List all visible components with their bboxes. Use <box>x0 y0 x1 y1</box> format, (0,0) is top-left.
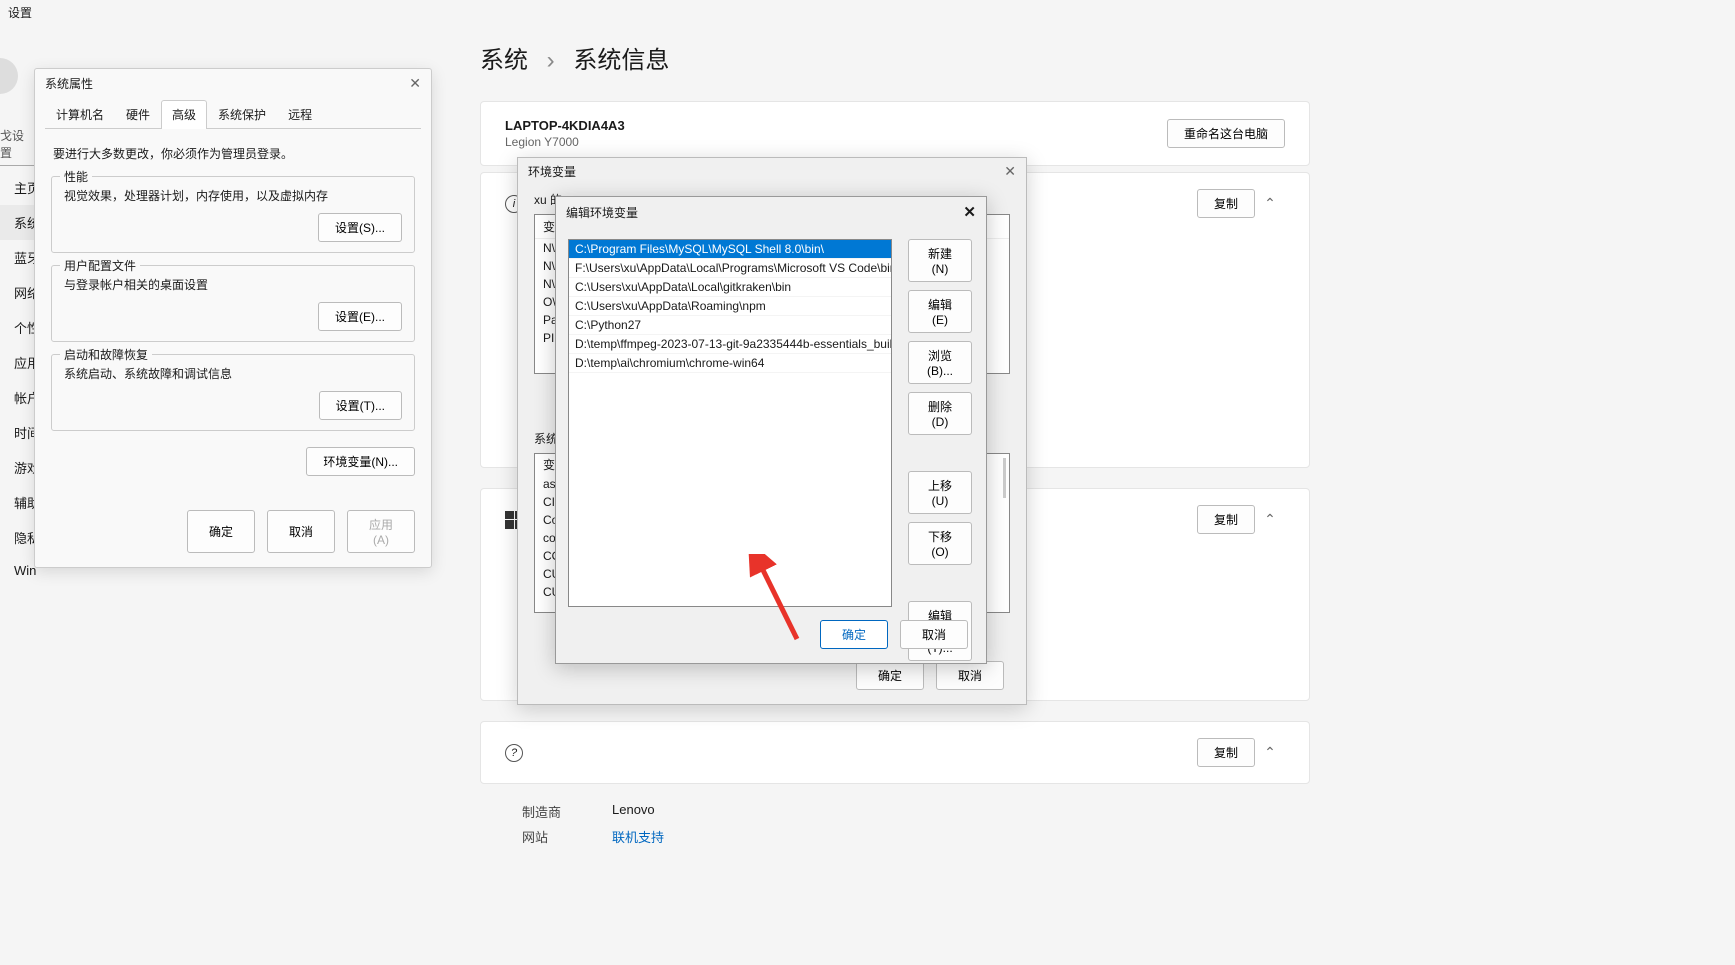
close-icon[interactable]: ✕ <box>409 75 421 92</box>
path-item[interactable]: F:\Users\xu\AppData\Local\Programs\Micro… <box>569 259 891 278</box>
website-row: 网站 联机支持 <box>480 827 1735 846</box>
edit-button[interactable]: 编辑(E) <box>908 290 972 333</box>
copy-button-2[interactable]: 复制 <box>1197 505 1255 534</box>
breadcrumb-about: 系统信息 <box>573 47 669 74</box>
move-down-button[interactable]: 下移(O) <box>908 522 972 565</box>
app-title: 设置 <box>8 4 32 21</box>
performance-settings-button[interactable]: 设置(S)... <box>318 213 402 242</box>
system-properties-dialog: 系统属性 ✕ 计算机名 硬件 高级 系统保护 远程 要进行大多数更改，你必须作为… <box>34 68 432 568</box>
manufacturer-value: Lenovo <box>612 802 655 821</box>
copy-button[interactable]: 复制 <box>1197 189 1255 218</box>
tab-remote[interactable]: 远程 <box>277 100 323 128</box>
chevron-up-icon[interactable]: ⌃ <box>1255 195 1285 212</box>
admin-note: 要进行大多数更改，你必须作为管理员登录。 <box>51 139 415 176</box>
startup-group: 启动和故障恢复 系统启动、系统故障和调试信息 设置(T)... <box>51 354 415 431</box>
chevron-up-icon[interactable]: ⌃ <box>1255 744 1285 761</box>
performance-desc: 视觉效果，处理器计划，内存使用，以及虚拟内存 <box>64 187 402 204</box>
ok-button[interactable]: 确定 <box>820 620 888 649</box>
avatar[interactable] <box>0 58 18 94</box>
path-list[interactable]: C:\Program Files\MySQL\MySQL Shell 8.0\b… <box>568 239 892 607</box>
cancel-button[interactable]: 取消 <box>900 620 968 649</box>
sysprops-title: 系统属性 <box>45 75 93 92</box>
path-item[interactable]: C:\Users\xu\AppData\Roaming\npm <box>569 297 891 316</box>
breadcrumb-sep: › <box>547 47 555 74</box>
breadcrumb: 系统 › 系统信息 <box>480 40 1735 75</box>
profile-group: 用户配置文件 与登录帐户相关的桌面设置 设置(E)... <box>51 265 415 342</box>
chevron-up-icon[interactable]: ⌃ <box>1255 511 1285 528</box>
move-up-button[interactable]: 上移(U) <box>908 471 972 514</box>
cancel-button[interactable]: 取消 <box>936 661 1004 690</box>
env-variables-button[interactable]: 环境变量(N)... <box>306 447 415 476</box>
cancel-button[interactable]: 取消 <box>267 510 335 553</box>
browse-button[interactable]: 浏览(B)... <box>908 341 972 384</box>
profile-settings-button[interactable]: 设置(E)... <box>318 302 402 331</box>
support-card: ? 复制 ⌃ <box>480 721 1310 784</box>
envdlg-title: 环境变量 <box>528 163 576 180</box>
sysprops-tabs: 计算机名 硬件 高级 系统保护 远程 <box>45 100 421 129</box>
path-item[interactable]: D:\temp\ai\chromium\chrome-win64 <box>569 354 891 373</box>
apply-button[interactable]: 应用(A) <box>347 510 415 553</box>
performance-group: 性能 视觉效果，处理器计划，内存使用，以及虚拟内存 设置(S)... <box>51 176 415 253</box>
delete-button[interactable]: 删除(D) <box>908 392 972 435</box>
startup-label: 启动和故障恢复 <box>60 346 152 363</box>
new-button[interactable]: 新建(N) <box>908 239 972 282</box>
manufacturer-row: 制造商 Lenovo <box>480 802 1735 821</box>
rename-pc-button[interactable]: 重命名这台电脑 <box>1167 119 1285 148</box>
tab-hardware[interactable]: 硬件 <box>115 100 161 128</box>
close-icon[interactable]: ✕ <box>1004 163 1016 180</box>
tab-protection[interactable]: 系统保护 <box>207 100 277 128</box>
ok-button[interactable]: 确定 <box>187 510 255 553</box>
tab-computer-name[interactable]: 计算机名 <box>45 100 115 128</box>
path-item[interactable]: D:\temp\ffmpeg-2023-07-13-git-9a2335444b… <box>569 335 891 354</box>
close-icon[interactable]: ✕ <box>963 203 976 221</box>
performance-label: 性能 <box>60 168 92 185</box>
scrollbar[interactable] <box>1003 458 1006 498</box>
editenv-title: 编辑环境变量 <box>566 204 638 221</box>
tab-advanced[interactable]: 高级 <box>161 100 207 129</box>
path-item[interactable]: C:\Program Files\MySQL\MySQL Shell 8.0\b… <box>569 240 891 259</box>
device-model: Legion Y7000 <box>505 135 625 149</box>
copy-button-3[interactable]: 复制 <box>1197 738 1255 767</box>
manufacturer-label: 制造商 <box>522 802 612 821</box>
path-item[interactable]: C:\Users\xu\AppData\Local\gitkraken\bin <box>569 278 891 297</box>
startup-desc: 系统启动、系统故障和调试信息 <box>64 365 402 382</box>
device-name: LAPTOP-4KDIA4A3 <box>505 118 625 133</box>
breadcrumb-system[interactable]: 系统 <box>480 47 528 74</box>
website-label: 网站 <box>522 827 612 846</box>
ok-button[interactable]: 确定 <box>856 661 924 690</box>
profile-desc: 与登录帐户相关的桌面设置 <box>64 276 402 293</box>
path-item[interactable]: C:\Python27 <box>569 316 891 335</box>
support-link[interactable]: 联机支持 <box>612 827 664 846</box>
startup-settings-button[interactable]: 设置(T)... <box>319 391 402 420</box>
profile-label: 用户配置文件 <box>60 257 140 274</box>
side-buttons: 新建(N) 编辑(E) 浏览(B)... 删除(D) 上移(U) 下移(O) 编… <box>908 239 972 661</box>
edit-env-dialog: 编辑环境变量 ✕ C:\Program Files\MySQL\MySQL Sh… <box>555 196 987 664</box>
help-icon: ? <box>505 744 523 762</box>
